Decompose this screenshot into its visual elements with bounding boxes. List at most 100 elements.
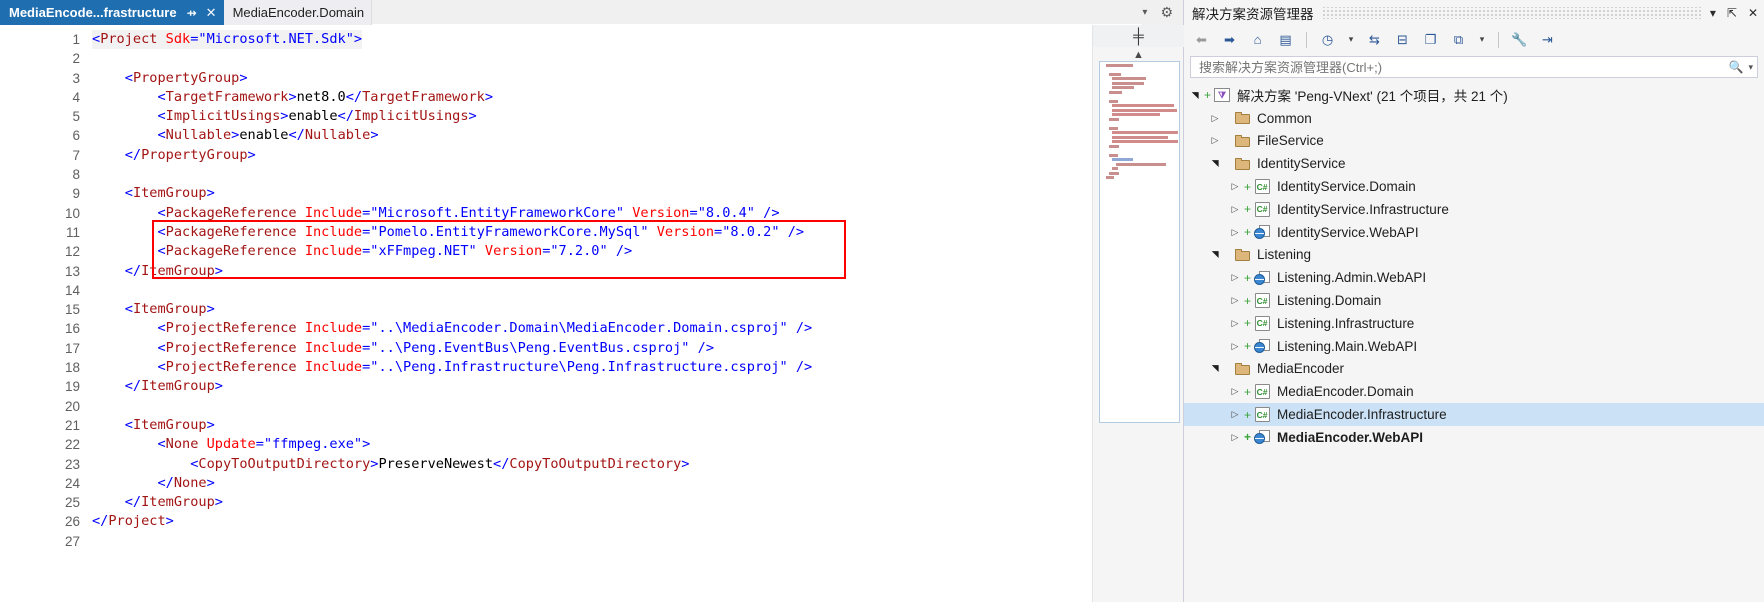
chevron-right-icon[interactable]: ▷ [1228, 272, 1242, 283]
tree-item-listening.infrastructure[interactable]: ▷ + C# Listening.Infrastructure [1184, 312, 1764, 335]
code-line[interactable] [92, 49, 1183, 68]
home-icon[interactable]: ⌂ [1248, 30, 1267, 49]
solution-view-icon[interactable]: ▤ [1276, 30, 1295, 49]
solution-tree[interactable]: ◢ + ⧩ 解决方案 'Peng-VNext' (21 个项目，共 21 个) ▷ Com… [1184, 83, 1764, 602]
code-line[interactable]: <CopyToOutputDirectory>PreserveNewest</C… [92, 455, 1183, 474]
tree-item-label: MediaEncoder.WebAPI [1277, 429, 1424, 445]
code-line[interactable]: <ProjectReference Include="..\MediaEncod… [92, 319, 1183, 338]
chevron-down-icon[interactable]: ◢ [1210, 248, 1221, 262]
code-line[interactable]: </Project> [92, 512, 1183, 531]
code-line[interactable] [92, 165, 1183, 184]
view-dropdown-icon[interactable]: ▾ [1477, 30, 1487, 49]
code-line[interactable]: </None> [92, 474, 1183, 493]
chevron-right-icon[interactable]: ▷ [1228, 341, 1242, 352]
search-icon[interactable]: 🔍 [1729, 60, 1744, 74]
tree-item-listening.main.webapi[interactable]: ▷ + Listening.Main.WebAPI [1184, 335, 1764, 358]
code-line[interactable]: <ItemGroup> [92, 416, 1183, 435]
code-line[interactable]: <PackageReference Include="xFFmpeg.NET" … [92, 242, 1183, 261]
minimap-line [1112, 131, 1179, 134]
chevron-right-icon[interactable]: ▷ [1228, 181, 1242, 192]
search-input[interactable] [1197, 58, 1725, 76]
code-line[interactable] [92, 281, 1183, 300]
code-minimap[interactable] [1099, 61, 1180, 423]
properties-view-icon[interactable]: ⧉ [1449, 30, 1468, 49]
pending-changes-dropdown-icon[interactable]: ▾ [1346, 30, 1356, 49]
code-line[interactable]: </ItemGroup> [92, 493, 1183, 512]
close-icon[interactable]: ✕ [1748, 6, 1758, 20]
tree-item--peng-vnext-21-21-[interactable]: ◢ + ⧩ 解决方案 'Peng-VNext' (21 个项目，共 21 个) [1184, 84, 1764, 107]
chevron-right-icon[interactable]: ▷ [1208, 135, 1222, 146]
csharp-project-icon: C# [1253, 201, 1271, 217]
properties-icon[interactable]: 🔧 [1510, 30, 1529, 49]
tree-item-identityservice.domain[interactable]: ▷ + C# IdentityService.Domain [1184, 175, 1764, 198]
code-line[interactable]: <PackageReference Include="Microsoft.Ent… [92, 204, 1183, 223]
solution-explorer-search[interactable]: 🔍 ▾ [1190, 56, 1758, 78]
tree-item-identityservice.webapi[interactable]: ▷ + IdentityService.WebAPI [1184, 221, 1764, 244]
pin-icon[interactable]: ⇱ [1727, 6, 1737, 20]
code-line[interactable]: <ItemGroup> [92, 184, 1183, 203]
pending-changes-icon[interactable]: ◷ [1318, 30, 1337, 49]
split-view-icon[interactable]: ╪ [1093, 25, 1184, 47]
tree-item-listening[interactable]: ◢ Listening [1184, 244, 1764, 267]
chevron-down-icon[interactable]: ◢ [1210, 157, 1221, 171]
code-line[interactable]: <TargetFramework>net8.0</TargetFramework… [92, 88, 1183, 107]
source-control-added-icon: + [1243, 293, 1251, 308]
chevron-down-icon[interactable]: ▾ [1710, 6, 1716, 20]
collapse-all-icon[interactable]: ⊟ [1393, 30, 1412, 49]
code-line[interactable] [92, 397, 1183, 416]
code-line[interactable]: </ItemGroup> [92, 377, 1183, 396]
source-control-added-icon: + [1243, 430, 1251, 445]
show-all-files-icon[interactable]: ❐ [1421, 30, 1440, 49]
close-icon[interactable]: ✕ [206, 6, 217, 19]
tree-item-mediaencoder[interactable]: ◢ MediaEncoder [1184, 358, 1764, 381]
code-content[interactable]: <Project Sdk="Microsoft.NET.Sdk"> <Prope… [92, 25, 1183, 602]
tree-item-listening.domain[interactable]: ▷ + C# Listening.Domain [1184, 289, 1764, 312]
tree-item-mediaencoder.domain[interactable]: ▷ + C# MediaEncoder.Domain [1184, 380, 1764, 403]
tree-item-listening.admin.webapi[interactable]: ▷ + Listening.Admin.WebAPI [1184, 266, 1764, 289]
chevron-right-icon[interactable]: ▷ [1228, 204, 1242, 215]
tree-item-mediaencoder.webapi[interactable]: ▷ + MediaEncoder.WebAPI [1184, 426, 1764, 449]
code-line[interactable]: <PackageReference Include="Pomelo.Entity… [92, 223, 1183, 242]
chevron-right-icon[interactable]: ▷ [1228, 318, 1242, 329]
tree-item-mediaencoder.infrastructure[interactable]: ▷ + C# MediaEncoder.Infrastructure [1184, 403, 1764, 426]
chevron-right-icon[interactable]: ▷ [1228, 295, 1242, 306]
code-line[interactable]: <Nullable>enable</Nullable> [92, 126, 1183, 145]
tree-item-identityservice.infrastructure[interactable]: ▷ + C# IdentityService.Infrastructure [1184, 198, 1764, 221]
chevron-right-icon[interactable]: ▷ [1228, 432, 1242, 443]
tab-mediaencoder-infrastructure[interactable]: MediaEncode...frastructure ⇸ ✕ [0, 0, 224, 25]
scroll-up-icon[interactable]: ▲ [1093, 49, 1184, 61]
forward-icon[interactable]: ➡ [1220, 30, 1239, 49]
sync-with-active-document-icon[interactable]: ⇆ [1365, 30, 1384, 49]
tab-label: MediaEncoder.Domain [232, 5, 365, 20]
chevron-right-icon[interactable]: ▷ [1228, 409, 1242, 420]
chevron-right-icon[interactable]: ▷ [1208, 113, 1222, 124]
code-line[interactable]: <PropertyGroup> [92, 69, 1183, 88]
code-line[interactable] [92, 532, 1183, 551]
code-line[interactable]: </ItemGroup> [92, 262, 1183, 281]
code-line[interactable]: <None Update="ffmpeg.exe"> [92, 435, 1183, 454]
chevron-down-icon[interactable]: ▾ [1142, 7, 1147, 18]
tree-item-identityservice[interactable]: ◢ IdentityService [1184, 152, 1764, 175]
pin-icon[interactable]: ⇸ [187, 7, 197, 19]
code-line[interactable]: <ProjectReference Include="..\Peng.Event… [92, 339, 1183, 358]
code-area[interactable]: 1 2 3 4 5 6 7 8 9 10 11 12 13 14 15 16 17 18 19 20 21 22 23 24 2… [0, 25, 1183, 602]
tab-mediaencoder-domain[interactable]: MediaEncoder.Domain [223, 0, 373, 25]
gear-icon[interactable]: ⚙ [1160, 4, 1173, 21]
code-line[interactable]: <ProjectReference Include="..\Peng.Infra… [92, 358, 1183, 377]
tree-item-label: Listening [1257, 247, 1312, 263]
tree-item-fileservice[interactable]: ▷ FileService [1184, 130, 1764, 153]
chevron-down-icon[interactable]: ◢ [1190, 88, 1201, 102]
back-icon[interactable]: ⬅ [1192, 30, 1211, 49]
chevron-down-icon[interactable]: ▾ [1748, 62, 1753, 73]
preview-icon[interactable]: ⇥ [1538, 30, 1557, 49]
code-line[interactable]: <Project Sdk="Microsoft.NET.Sdk"> [92, 30, 1183, 50]
chevron-down-icon[interactable]: ◢ [1210, 362, 1221, 376]
code-line[interactable]: <ItemGroup> [92, 300, 1183, 319]
code-line[interactable]: </PropertyGroup> [92, 146, 1183, 165]
drag-handle[interactable] [1321, 7, 1702, 19]
chevron-right-icon[interactable]: ▷ [1228, 227, 1242, 238]
code-line[interactable]: <ImplicitUsings>enable</ImplicitUsings> [92, 107, 1183, 126]
tree-item-common[interactable]: ▷ Common [1184, 107, 1764, 130]
chevron-right-icon[interactable]: ▷ [1228, 386, 1242, 397]
scrollbar-minimap-column[interactable]: ╪ ▲ [1092, 25, 1184, 602]
